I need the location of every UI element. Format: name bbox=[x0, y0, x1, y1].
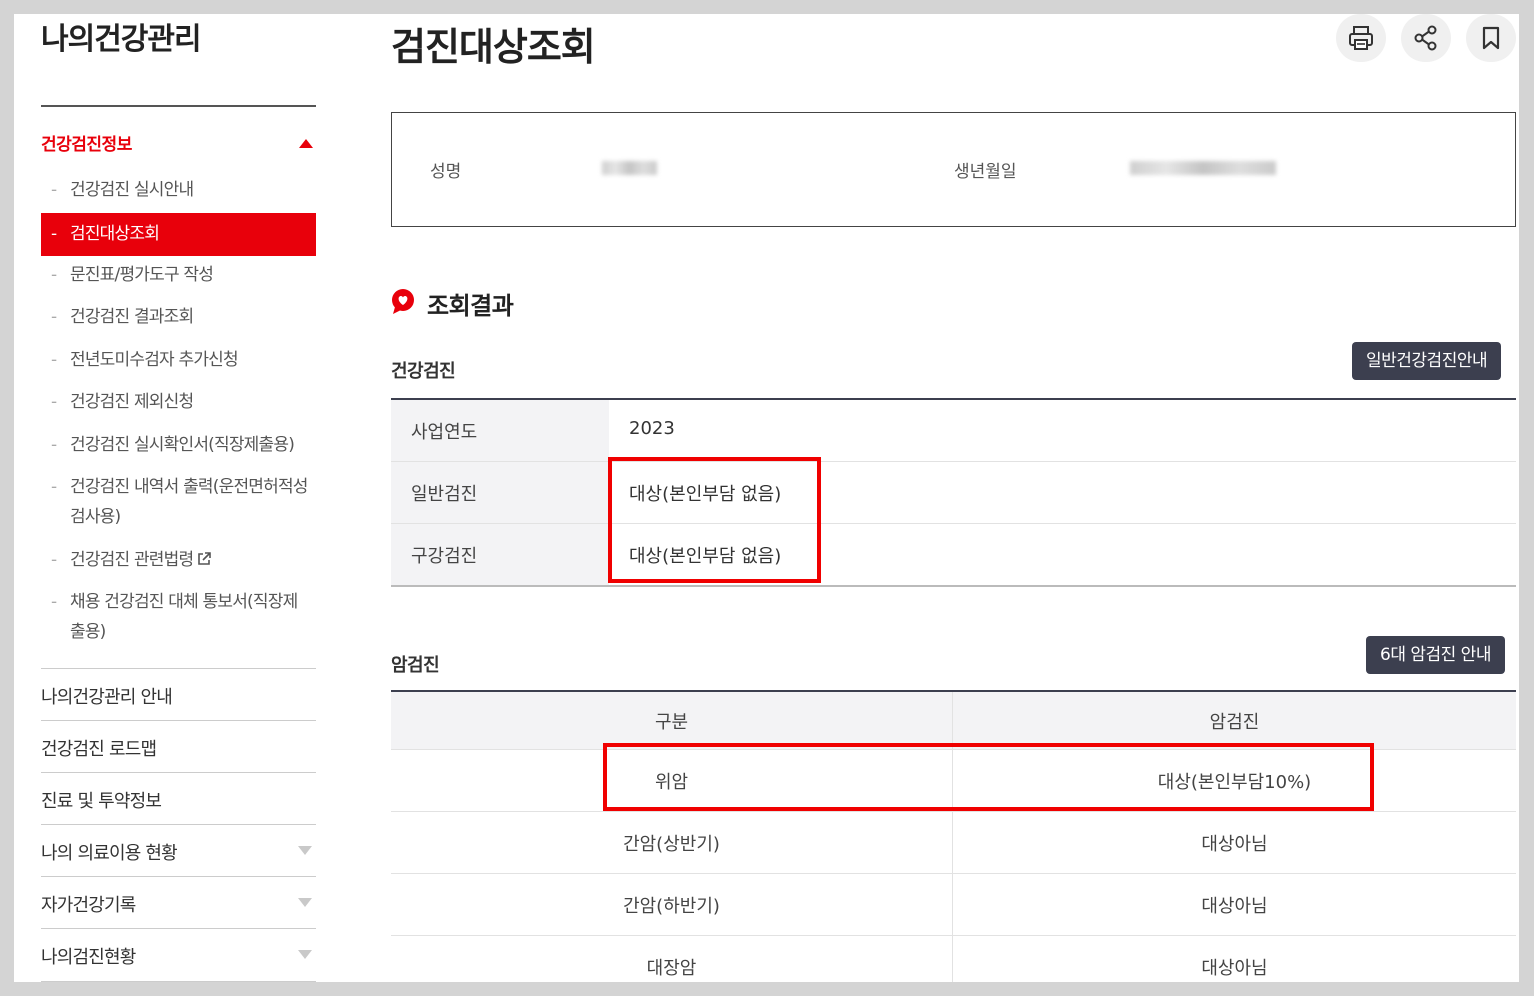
sidebar-menu-treatment-info[interactable]: 진료 및 투약정보 bbox=[41, 772, 316, 825]
bullet-dash: - bbox=[51, 435, 57, 455]
sidebar-item-questionnaire[interactable]: - 문진표/평가도구 작성 bbox=[41, 260, 316, 290]
sidebar-item-additional-request[interactable]: - 전년도미수검자 추가신청 bbox=[41, 345, 316, 375]
table-row: 사업연도 2023 bbox=[391, 400, 1516, 462]
bullet-dash: - bbox=[51, 180, 57, 200]
name-value-blurred bbox=[602, 161, 657, 175]
cancer-checkup-guide-button[interactable]: 6대 암검진 안내 bbox=[1366, 636, 1505, 674]
expand-arrow-icon bbox=[298, 950, 312, 959]
table-header-row: 구분 암검진 bbox=[391, 692, 1516, 750]
table-row: 간암(상반기) 대상아님 bbox=[391, 812, 1516, 874]
sidebar-menu-roadmap[interactable]: 건강검진 로드맵 bbox=[41, 720, 316, 773]
sidebar-item-label: 건강검진 관련법령 bbox=[70, 550, 194, 570]
expand-arrow-icon bbox=[298, 898, 312, 907]
sidebar-item-statement-print[interactable]: - 건강검진 내역서 출력(운전면허적성검사용) bbox=[41, 472, 316, 532]
sidebar-section-health-check-info[interactable]: 건강검진정보 bbox=[41, 130, 316, 160]
table-row: 일반검진 대상(본인부담 없음) bbox=[391, 462, 1516, 524]
sidebar-item-checkup-guide[interactable]: - 건강검진 실시안내 bbox=[41, 175, 316, 205]
birth-value-blurred bbox=[1130, 161, 1276, 175]
health-check-title: 건강검진 bbox=[391, 361, 456, 382]
sidebar-menu-medical-usage[interactable]: 나의 의료이용 현황 bbox=[41, 824, 316, 877]
sidebar-item-confirmation[interactable]: - 건강검진 실시확인서(직장제출용) bbox=[41, 430, 316, 460]
table-row: 구강검진 대상(본인부담 없음) bbox=[391, 524, 1516, 585]
print-icon bbox=[1349, 26, 1373, 50]
cancer-check-title: 암검진 bbox=[391, 655, 440, 676]
health-check-table: 사업연도 2023 일반검진 대상(본인부담 없음) 구강검진 대상(본인부담 … bbox=[391, 398, 1516, 587]
bullet-dash: - bbox=[51, 350, 57, 370]
bullet-dash: - bbox=[51, 592, 57, 612]
external-link-icon bbox=[198, 552, 212, 565]
sidebar-divider bbox=[41, 105, 316, 107]
user-info-box: 성명 생년월일 bbox=[391, 112, 1516, 227]
sidebar-item-related-law[interactable]: - 건강검진 관련법령 bbox=[41, 545, 316, 575]
sidebar-menu-self-record[interactable]: 자가건강기록 bbox=[41, 876, 316, 929]
name-label: 성명 bbox=[430, 162, 462, 182]
birth-label: 생년월일 bbox=[954, 162, 1017, 182]
bullet-dash: - bbox=[51, 392, 57, 412]
result-title: 조회결과 bbox=[427, 292, 514, 320]
table-row: 간암(하반기) 대상아님 bbox=[391, 874, 1516, 936]
sidebar-bottom-divider bbox=[41, 981, 316, 982]
sidebar-item-exclusion-request[interactable]: - 건강검진 제외신청 bbox=[41, 387, 316, 417]
cancer-check-table: 구분 암검진 위암 대상(본인부담10%) 간암(상반기) 대상아님 간암(하반… bbox=[391, 690, 1516, 982]
page: 나의건강관리 건강검진정보 - 건강검진 실시안내 - 검진대상조회 - 문진표… bbox=[14, 14, 1519, 982]
highlight-box-stomach-cancer bbox=[603, 743, 1374, 811]
share-icon bbox=[1414, 25, 1437, 51]
general-checkup-guide-button[interactable]: 일반건강검진안내 bbox=[1352, 342, 1502, 380]
share-button[interactable] bbox=[1401, 14, 1451, 62]
sidebar-title: 나의건강관리 bbox=[41, 22, 202, 57]
bullet-dash: - bbox=[51, 477, 57, 497]
sidebar-menu-health-guide[interactable]: 나의건강관리 안내 bbox=[41, 668, 316, 721]
sidebar-section-label: 건강검진정보 bbox=[41, 135, 132, 155]
sidebar-item-result-lookup[interactable]: - 건강검진 결과조회 bbox=[41, 302, 316, 332]
bullet-dash: - bbox=[51, 224, 57, 244]
bullet-dash: - bbox=[51, 307, 57, 327]
heart-bubble-icon bbox=[392, 289, 414, 314]
bookmark-button[interactable] bbox=[1466, 14, 1516, 62]
table-row: 대장암 대상아님 bbox=[391, 936, 1516, 982]
bullet-dash: - bbox=[51, 550, 57, 570]
print-button[interactable] bbox=[1336, 14, 1386, 62]
sidebar-item-employment-notice[interactable]: - 채용 건강검진 대체 통보서(직장제출용) bbox=[41, 587, 316, 647]
bookmark-icon bbox=[1482, 26, 1500, 50]
expand-arrow-icon bbox=[298, 846, 312, 855]
page-title: 검진대상조회 bbox=[391, 25, 596, 69]
collapse-arrow-icon bbox=[299, 139, 313, 148]
bullet-dash: - bbox=[51, 265, 57, 285]
highlight-box-general-oral bbox=[608, 457, 821, 583]
sidebar-item-target-lookup[interactable]: - 검진대상조회 bbox=[41, 213, 316, 256]
sidebar-menu-checkup-status[interactable]: 나의검진현황 bbox=[41, 928, 316, 981]
